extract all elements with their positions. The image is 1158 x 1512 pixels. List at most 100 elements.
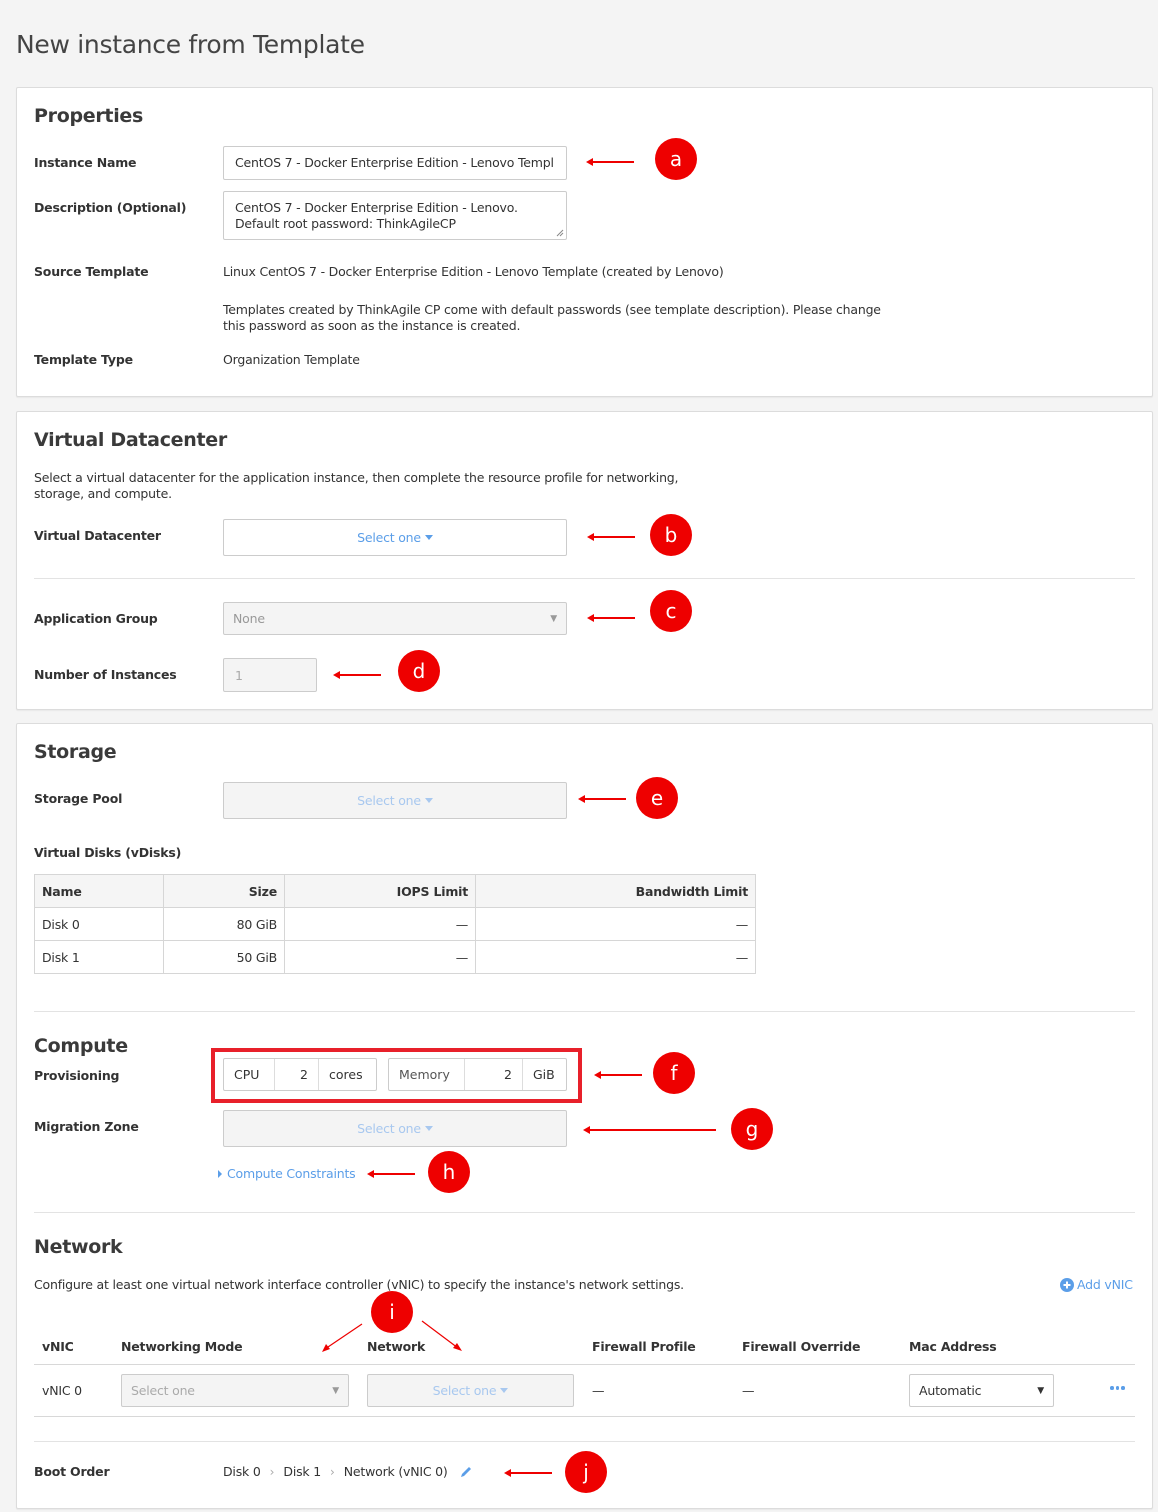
table-row: Disk 1 50 GiB — —	[34, 940, 756, 974]
vdisks-label: Virtual Disks (vDisks)	[34, 845, 182, 860]
source-template-label: Source Template	[34, 264, 149, 279]
description-textarea[interactable]: CentOS 7 - Docker Enterprise Edition - L…	[223, 191, 567, 240]
application-group-value: None	[233, 611, 265, 626]
memory-label: Memory	[389, 1059, 465, 1090]
vdc-intro-line-2: storage, and compute.	[34, 486, 172, 501]
migration-zone-select[interactable]: Select one	[223, 1110, 567, 1147]
divider	[34, 1441, 1135, 1442]
compute-constraints-toggle[interactable]: Compute Constraints	[218, 1166, 356, 1181]
vdisks-table: Name Size IOPS Limit Bandwidth Limit Dis…	[34, 874, 756, 974]
disk-iops: —	[284, 940, 476, 974]
boot-item: Disk 0	[223, 1464, 261, 1479]
chevron-right-icon: ›	[269, 1464, 275, 1479]
virtual-datacenter-select[interactable]: Select one	[223, 519, 567, 556]
compute-constraints-link[interactable]: Compute Constraints	[227, 1166, 356, 1181]
annotation-arrow-a	[586, 158, 634, 165]
properties-heading: Properties	[34, 105, 143, 127]
caret-down-icon	[500, 1388, 509, 1393]
network-heading: Network	[34, 1236, 123, 1258]
annotation-arrow-f	[594, 1071, 642, 1078]
disk-bandwidth: —	[475, 907, 756, 941]
table-row: Disk 0 80 GiB — —	[34, 907, 756, 941]
cpu-unit: cores	[329, 1067, 363, 1082]
disk-size: 50 GiB	[163, 940, 285, 974]
network-intro: Configure at least one virtual network i…	[34, 1277, 684, 1292]
dropdown-arrow-icon: ▼	[550, 613, 557, 624]
application-group-label: Application Group	[34, 611, 158, 626]
mac-address-select[interactable]: Automatic ▼	[909, 1374, 1054, 1407]
chevron-right-icon: ›	[329, 1464, 335, 1479]
caret-down-icon	[424, 1126, 433, 1131]
source-template-value: Linux CentOS 7 - Docker Enterprise Editi…	[223, 264, 724, 279]
annotation-arrow-c	[587, 614, 635, 621]
network-select[interactable]: Select one	[367, 1374, 574, 1407]
annotation-badge-c: c	[650, 590, 692, 632]
caret-down-icon	[424, 798, 433, 803]
annotation-arrow-e	[578, 795, 626, 802]
vdc-intro-line-1: Select a virtual datacenter for the appl…	[34, 470, 679, 485]
number-of-instances-value: 1	[235, 667, 243, 683]
storage-pool-label: Storage Pool	[34, 791, 123, 806]
description-line-1: CentOS 7 - Docker Enterprise Edition - L…	[235, 200, 518, 215]
vnic-name: vNIC 0	[42, 1383, 82, 1398]
disk-name: Disk 1	[34, 940, 164, 974]
pencil-icon[interactable]	[459, 1465, 473, 1479]
column-header-vnic: vNIC	[42, 1339, 74, 1354]
plus-circle-icon	[1060, 1277, 1074, 1292]
source-template-note-line-2: this password as soon as the instance is…	[223, 318, 521, 333]
virtual-datacenter-heading: Virtual Datacenter	[34, 429, 227, 451]
migration-zone-label: Migration Zone	[34, 1119, 139, 1134]
add-vnic-label: Add vNIC	[1077, 1277, 1133, 1292]
add-vnic-button[interactable]: Add vNIC	[1060, 1277, 1133, 1292]
instance-name-input[interactable]: CentOS 7 - Docker Enterprise Edition - L…	[223, 146, 567, 180]
source-template-note-line-1: Templates created by ThinkAgile CP come …	[223, 302, 881, 317]
annotation-arrow-h	[367, 1170, 415, 1177]
memory-unit: GiB	[533, 1067, 555, 1082]
template-type-label: Template Type	[34, 352, 133, 367]
boot-item: Disk 1	[283, 1464, 321, 1479]
networking-mode-value: Select one	[131, 1383, 195, 1398]
storage-pool-value: Select one	[357, 793, 421, 808]
column-header-bandwidth: Bandwidth Limit	[475, 874, 756, 908]
divider	[34, 1011, 1135, 1012]
template-type-value: Organization Template	[223, 352, 360, 367]
column-header-name: Name	[34, 874, 164, 908]
firewall-profile-value: —	[592, 1383, 605, 1398]
column-header-network: Network	[367, 1339, 426, 1354]
boot-order-label: Boot Order	[34, 1464, 110, 1479]
annotation-badge-d: d	[398, 650, 440, 692]
cpu-input-group: CPU 2 cores	[223, 1058, 377, 1091]
provisioning-label: Provisioning	[34, 1068, 120, 1083]
description-line-2: Default root password: ThinkAgileCP	[235, 216, 456, 231]
annotation-arrow-b	[587, 533, 635, 540]
row-actions-menu-icon[interactable]	[1110, 1386, 1125, 1390]
cpu-input[interactable]: 2	[275, 1059, 319, 1090]
column-header-firewall-override: Firewall Override	[742, 1339, 861, 1354]
annotation-badge-g: g	[731, 1108, 773, 1150]
resize-handle-icon[interactable]	[556, 229, 564, 237]
networking-mode-select[interactable]: Select one ▼	[121, 1374, 349, 1407]
divider	[34, 1212, 1135, 1213]
caret-right-icon	[218, 1169, 222, 1178]
table-header-row: Name Size IOPS Limit Bandwidth Limit	[34, 874, 756, 908]
virtual-datacenter-label: Virtual Datacenter	[34, 528, 161, 543]
memory-input-group: Memory 2 GiB	[388, 1058, 567, 1091]
compute-heading: Compute	[34, 1035, 128, 1057]
storage-heading: Storage	[34, 741, 117, 763]
annotation-badge-j: j	[565, 1451, 607, 1493]
number-of-instances-label: Number of Instances	[34, 667, 177, 682]
application-group-select[interactable]: None ▼	[223, 602, 567, 635]
dropdown-arrow-icon: ▼	[1037, 1385, 1044, 1396]
boot-order-sequence: Disk 0 › Disk 1 › Network (vNIC 0)	[223, 1464, 473, 1479]
firewall-override-value: —	[742, 1383, 755, 1398]
disk-iops: —	[284, 907, 476, 941]
storage-pool-select[interactable]: Select one	[223, 782, 567, 819]
column-header-mac-address: Mac Address	[909, 1339, 997, 1354]
instance-name-value: CentOS 7 - Docker Enterprise Edition - L…	[235, 155, 554, 170]
annotation-arrow-d	[333, 671, 381, 678]
memory-input[interactable]: 2	[465, 1059, 523, 1090]
table-header-divider	[34, 1364, 1135, 1365]
divider	[34, 578, 1135, 579]
number-of-instances-input[interactable]: 1	[223, 658, 317, 692]
column-header-size: Size	[163, 874, 285, 908]
